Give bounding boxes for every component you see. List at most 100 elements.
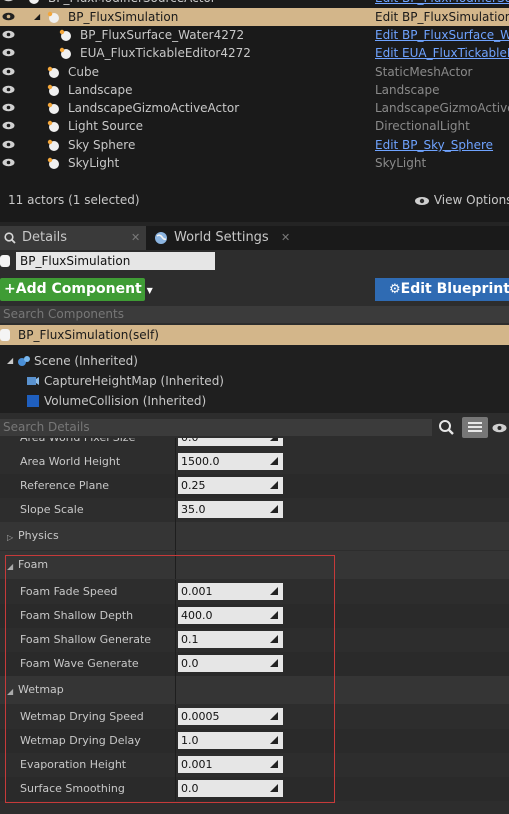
outliner-row[interactable]: Sky Sphere Edit BP_Sky_Sphere	[0, 136, 509, 154]
edit-blueprint-link[interactable]: Edit BP_Sky_Sphere	[375, 136, 493, 154]
outliner-row-label: LandscapeGizmoActiveActor	[68, 101, 240, 115]
drag-handle-icon[interactable]	[270, 712, 278, 720]
drag-handle-icon[interactable]	[270, 784, 278, 792]
edit-blueprint-link[interactable]: Edit BP_FluxSimulation	[375, 8, 509, 26]
component-scene-row[interactable]: ◢ Scene (Inherited)	[0, 351, 509, 371]
property-matrix-icon[interactable]	[462, 417, 488, 438]
property-label: Foam Fade Speed	[20, 585, 118, 598]
view-options-button[interactable]: View Options ▼	[414, 193, 509, 207]
blueprint-actor-icon	[59, 29, 71, 41]
edit-blueprint-link[interactable]: Edit BP_FluxModifierSou	[375, 0, 509, 7]
drag-handle-icon[interactable]	[270, 505, 278, 513]
outliner-row[interactable]: BP_FluxSurface_Water4272 Edit BP_FluxSurf…	[0, 26, 509, 44]
visibility-eye-icon[interactable]	[2, 158, 15, 167]
visibility-eye-icon[interactable]	[2, 85, 15, 94]
visibility-eye-icon[interactable]	[2, 121, 15, 130]
globe-icon	[155, 232, 167, 244]
drag-handle-icon[interactable]	[270, 611, 278, 619]
drag-handle-icon[interactable]	[270, 587, 278, 595]
collision-box-icon	[27, 395, 39, 407]
edit-blueprint-link[interactable]: Edit BP_FluxSurface_W	[375, 26, 509, 44]
column-divider	[175, 729, 176, 753]
actor-type-label: LandscapeGizmoActiveA	[375, 101, 509, 115]
blueprint-actor-icon	[59, 47, 71, 59]
property-value-input[interactable]: 0.001	[178, 756, 283, 773]
tab-details[interactable]: Details ✕	[0, 226, 146, 250]
drag-handle-icon[interactable]	[270, 481, 278, 489]
category-header[interactable]: ▷ Physics	[0, 522, 509, 550]
property-value-input[interactable]: 1500.0	[178, 453, 283, 470]
plus-icon: +	[4, 281, 16, 297]
drag-handle-icon[interactable]	[270, 457, 278, 465]
blueprint-actor-icon	[29, 0, 39, 4]
search-icon	[4, 232, 16, 244]
visibility-eye-icon[interactable]	[2, 140, 15, 149]
drag-handle-icon[interactable]	[270, 760, 278, 768]
drag-handle-icon[interactable]	[270, 438, 278, 441]
object-name-field[interactable]: BP_FluxSimulation	[16, 252, 215, 270]
visibility-eye-icon[interactable]	[2, 0, 15, 2]
close-icon[interactable]: ✕	[131, 226, 140, 250]
capture-icon	[27, 377, 39, 385]
outliner-row[interactable]: Landscape Landscape	[0, 81, 509, 99]
component-capture-row[interactable]: CaptureHeightMap (Inherited)	[0, 371, 509, 391]
property-value-text: 0.0005	[181, 710, 220, 723]
drag-handle-icon[interactable]	[270, 635, 278, 643]
property-value-input[interactable]: 35.0	[178, 501, 283, 518]
outliner-row[interactable]: EUA_FluxTickableEditor4272 Edit EUA_FluxT…	[0, 44, 509, 62]
add-component-label: Add Component	[15, 281, 142, 297]
category-header[interactable]: ◢ Foam	[0, 551, 509, 579]
visibility-eye-icon[interactable]	[2, 67, 15, 76]
visibility-eye-icon[interactable]	[2, 12, 15, 21]
property-value-input[interactable]: 1.0	[178, 732, 283, 749]
outliner-row[interactable]: Light Source DirectionalLight	[0, 117, 509, 135]
static-mesh-icon	[47, 66, 59, 78]
component-self-row[interactable]: BP_FluxSimulation(self)	[0, 325, 509, 345]
edit-blueprint-button[interactable]: ⚙Edit Blueprint ▼	[375, 278, 509, 301]
category-header[interactable]: ◢ Wetmap	[0, 676, 509, 704]
close-icon[interactable]: ✕	[281, 226, 290, 250]
actor-type-label: DirectionalLight	[375, 119, 470, 133]
column-divider	[175, 551, 176, 579]
component-collision-row[interactable]: VolumeCollision (Inherited)	[0, 391, 509, 411]
search-details-input[interactable]: Search Details	[0, 419, 432, 436]
visibility-eye-icon[interactable]	[2, 48, 15, 57]
gizmo-icon	[47, 102, 59, 114]
outliner-row[interactable]: ◢ BP_FluxSimulation Edit BP_FluxSimulation	[0, 8, 509, 26]
property-value-input[interactable]: 0.0	[178, 438, 283, 446]
property-value-input[interactable]: 0.0	[178, 780, 283, 797]
actor-type-label: Landscape	[375, 83, 440, 97]
property-value-input[interactable]: 0.001	[178, 583, 283, 600]
outliner-row[interactable]: Cube StaticMeshActor	[0, 63, 509, 81]
property-label: Area World Height	[20, 455, 121, 468]
property-row: Area World Pixel Size 0.0	[0, 438, 509, 450]
property-row: Foam Shallow Generate 0.1	[0, 628, 509, 652]
property-value-input[interactable]: 0.0	[178, 655, 283, 672]
visibility-eye-icon[interactable]	[2, 103, 15, 112]
outliner-row[interactable]: SkyLight SkyLight	[0, 154, 509, 172]
actor-type-label: SkyLight	[375, 156, 427, 170]
property-value-input[interactable]: 400.0	[178, 607, 283, 624]
actors-count-label: 11 actors (1 selected)	[8, 193, 140, 207]
drag-handle-icon[interactable]	[270, 659, 278, 667]
column-divider	[175, 777, 176, 801]
column-divider	[175, 604, 176, 628]
property-value-input[interactable]: 0.25	[178, 477, 283, 494]
property-label: Area World Pixel Size	[20, 438, 135, 450]
search-components-input[interactable]: Search Components	[0, 306, 509, 323]
collapse-arrow-icon[interactable]: ◢	[34, 8, 40, 26]
edit-blueprint-link[interactable]: Edit EUA_FluxTickableE	[375, 44, 509, 62]
outliner-row[interactable]: BP_FluxModifierSourceActor Edit BP_FluxMo…	[0, 0, 509, 7]
eye-icon[interactable]	[492, 423, 507, 433]
visibility-eye-icon[interactable]	[2, 30, 15, 39]
drag-handle-icon[interactable]	[270, 736, 278, 744]
search-icon[interactable]	[438, 419, 455, 436]
property-value-input[interactable]: 0.0005	[178, 708, 283, 725]
outliner-row[interactable]: LandscapeGizmoActiveActor LandscapeGizmoA…	[0, 99, 509, 117]
column-divider	[175, 705, 176, 729]
gears-icon: ⚙	[389, 282, 401, 297]
tab-world-settings[interactable]: World Settings ✕	[150, 226, 296, 250]
eye-icon	[415, 196, 429, 205]
property-value-input[interactable]: 0.1	[178, 631, 283, 648]
add-component-button[interactable]: +Add Component ▼	[0, 278, 153, 301]
